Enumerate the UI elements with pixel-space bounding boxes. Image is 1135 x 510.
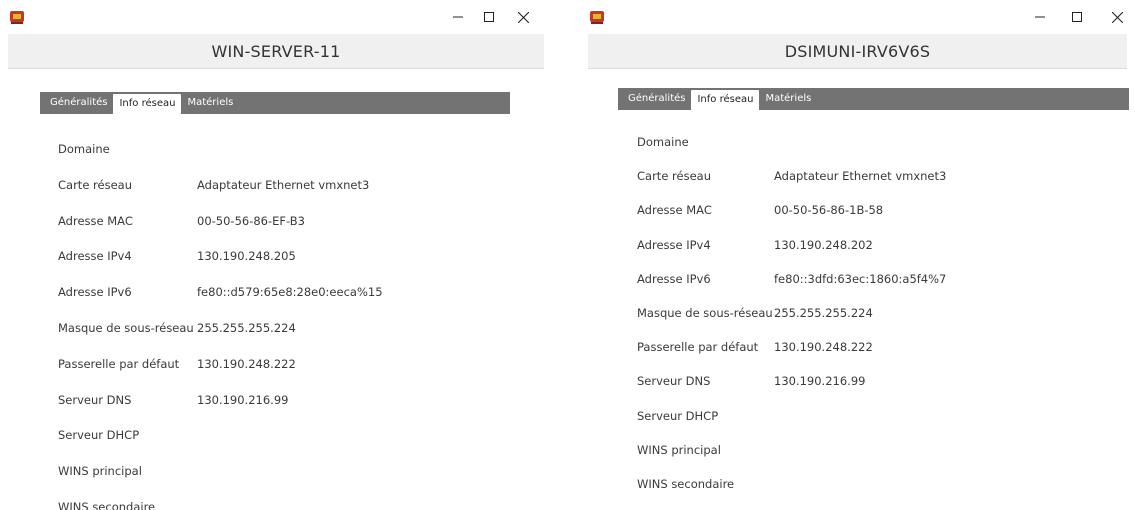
info-label: Serveur DHCP bbox=[58, 428, 140, 443]
close-button[interactable] bbox=[512, 6, 534, 28]
info-row: WINS secondaire bbox=[637, 477, 1037, 493]
info-label: Adresse MAC bbox=[58, 213, 133, 228]
info-value: Adaptateur Ethernet vmxnet3 bbox=[774, 169, 947, 184]
info-row: Adresse IPv6 fe80::d579:65e8:28e0:eeca%15 bbox=[58, 285, 458, 301]
info-label: Carte réseau bbox=[637, 169, 711, 184]
info-value: 00-50-56-86-1B-58 bbox=[774, 203, 884, 218]
info-row: Passerelle par défaut 130.190.248.222 bbox=[58, 357, 458, 373]
minimize-button[interactable] bbox=[447, 6, 469, 28]
info-row: Masque de sous-réseau 255.255.255.224 bbox=[637, 306, 1037, 322]
tab-info-reseau[interactable]: Info réseau bbox=[113, 94, 182, 114]
info-value: Adaptateur Ethernet vmxnet3 bbox=[197, 177, 370, 192]
info-row: Adresse IPv4 130.190.248.202 bbox=[637, 238, 1037, 254]
tab-generalites[interactable]: Généralités bbox=[40, 92, 113, 114]
info-label: Adresse MAC bbox=[637, 203, 712, 218]
info-label: Adresse IPv4 bbox=[58, 249, 132, 264]
title-bar[interactable] bbox=[580, 0, 1135, 34]
info-row: Adresse IPv6 fe80::3dfd:63ec:1860:a5f4%7 bbox=[637, 272, 1037, 288]
minimize-icon bbox=[1035, 16, 1045, 18]
info-row: Adresse IPv4 130.190.248.205 bbox=[58, 249, 458, 265]
info-row: Carte réseau Adaptateur Ethernet vmxnet3 bbox=[637, 169, 1037, 185]
info-row: Domaine bbox=[637, 135, 1037, 151]
title-bar[interactable] bbox=[0, 0, 552, 34]
info-value: 00-50-56-86-EF-B3 bbox=[197, 213, 305, 228]
window-dsimuni-irv6v6s: DSIMUNI-IRV6V6S Généralités Info réseau … bbox=[580, 0, 1135, 510]
app-icon bbox=[10, 11, 24, 24]
info-row: Passerelle par défaut 130.190.248.222 bbox=[637, 340, 1037, 356]
tab-generalites[interactable]: Généralités bbox=[618, 88, 691, 110]
info-value: 130.190.216.99 bbox=[197, 392, 289, 407]
tab-materiels[interactable]: Matériels bbox=[181, 92, 239, 114]
maximize-icon bbox=[484, 12, 494, 22]
tab-materiels[interactable]: Matériels bbox=[759, 88, 817, 110]
tab-info-reseau[interactable]: Info réseau bbox=[691, 90, 760, 110]
info-value: 130.190.248.202 bbox=[774, 237, 873, 252]
info-row: Adresse MAC 00-50-56-86-EF-B3 bbox=[58, 214, 458, 230]
minimize-icon bbox=[453, 16, 463, 18]
info-row: Serveur DHCP bbox=[58, 428, 458, 444]
info-label: Domaine bbox=[58, 142, 110, 156]
info-label: Passerelle par défaut bbox=[58, 356, 180, 371]
info-label: Adresse IPv6 bbox=[637, 271, 711, 286]
info-label: Masque de sous-réseau bbox=[637, 306, 773, 320]
close-button[interactable] bbox=[1106, 6, 1128, 28]
info-label: WINS principal bbox=[58, 464, 142, 479]
info-label: WINS secondaire bbox=[637, 477, 735, 491]
info-row: Domaine bbox=[58, 142, 458, 158]
info-value: fe80::3dfd:63ec:1860:a5f4%7 bbox=[774, 271, 947, 286]
tab-bar: Généralités Info réseau Matériels bbox=[618, 88, 1129, 110]
info-label: Adresse IPv6 bbox=[58, 285, 132, 300]
info-row: Serveur DNS 130.190.216.99 bbox=[637, 374, 1037, 390]
maximize-icon bbox=[1072, 12, 1082, 22]
info-value: fe80::d579:65e8:28e0:eeca%15 bbox=[197, 285, 383, 300]
info-label: Adresse IPv4 bbox=[637, 237, 711, 252]
info-label: Serveur DHCP bbox=[637, 408, 719, 423]
info-row: WINS principal bbox=[58, 464, 458, 480]
info-row: Adresse MAC 00-50-56-86-1B-58 bbox=[637, 203, 1037, 219]
info-label: Domaine bbox=[637, 135, 689, 149]
close-icon bbox=[517, 11, 529, 23]
info-value: 255.255.255.224 bbox=[774, 306, 873, 320]
info-row: WINS principal bbox=[637, 443, 1037, 459]
info-row: Serveur DNS 130.190.216.99 bbox=[58, 393, 458, 409]
app-icon bbox=[590, 11, 604, 24]
info-label: WINS principal bbox=[637, 442, 721, 457]
info-value: 130.190.248.222 bbox=[197, 356, 296, 371]
info-label: Masque de sous-réseau bbox=[58, 321, 194, 335]
info-value: 255.255.255.224 bbox=[197, 321, 296, 335]
info-label: Serveur DNS bbox=[58, 392, 132, 407]
info-row: Masque de sous-réseau 255.255.255.224 bbox=[58, 321, 458, 337]
close-icon bbox=[1111, 11, 1123, 23]
info-row: Serveur DHCP bbox=[637, 409, 1037, 425]
info-row: WINS secondaire bbox=[58, 500, 458, 510]
page-title: WIN-SERVER-11 bbox=[8, 34, 544, 69]
info-value: 130.190.216.99 bbox=[774, 374, 866, 389]
minimize-button[interactable] bbox=[1029, 6, 1051, 28]
info-label: WINS secondaire bbox=[58, 500, 156, 510]
maximize-button[interactable] bbox=[478, 6, 500, 28]
info-row: Carte réseau Adaptateur Ethernet vmxnet3 bbox=[58, 178, 458, 194]
info-label: Passerelle par défaut bbox=[637, 340, 759, 355]
tab-bar: Généralités Info réseau Matériels bbox=[40, 92, 510, 114]
info-value: 130.190.248.205 bbox=[197, 249, 296, 264]
window-win-server-11: WIN-SERVER-11 Généralités Info réseau Ma… bbox=[0, 0, 552, 510]
info-value: 130.190.248.222 bbox=[774, 340, 873, 355]
page-title: DSIMUNI-IRV6V6S bbox=[588, 34, 1127, 69]
maximize-button[interactable] bbox=[1066, 6, 1088, 28]
info-label: Serveur DNS bbox=[637, 374, 711, 389]
info-label: Carte réseau bbox=[58, 177, 132, 192]
